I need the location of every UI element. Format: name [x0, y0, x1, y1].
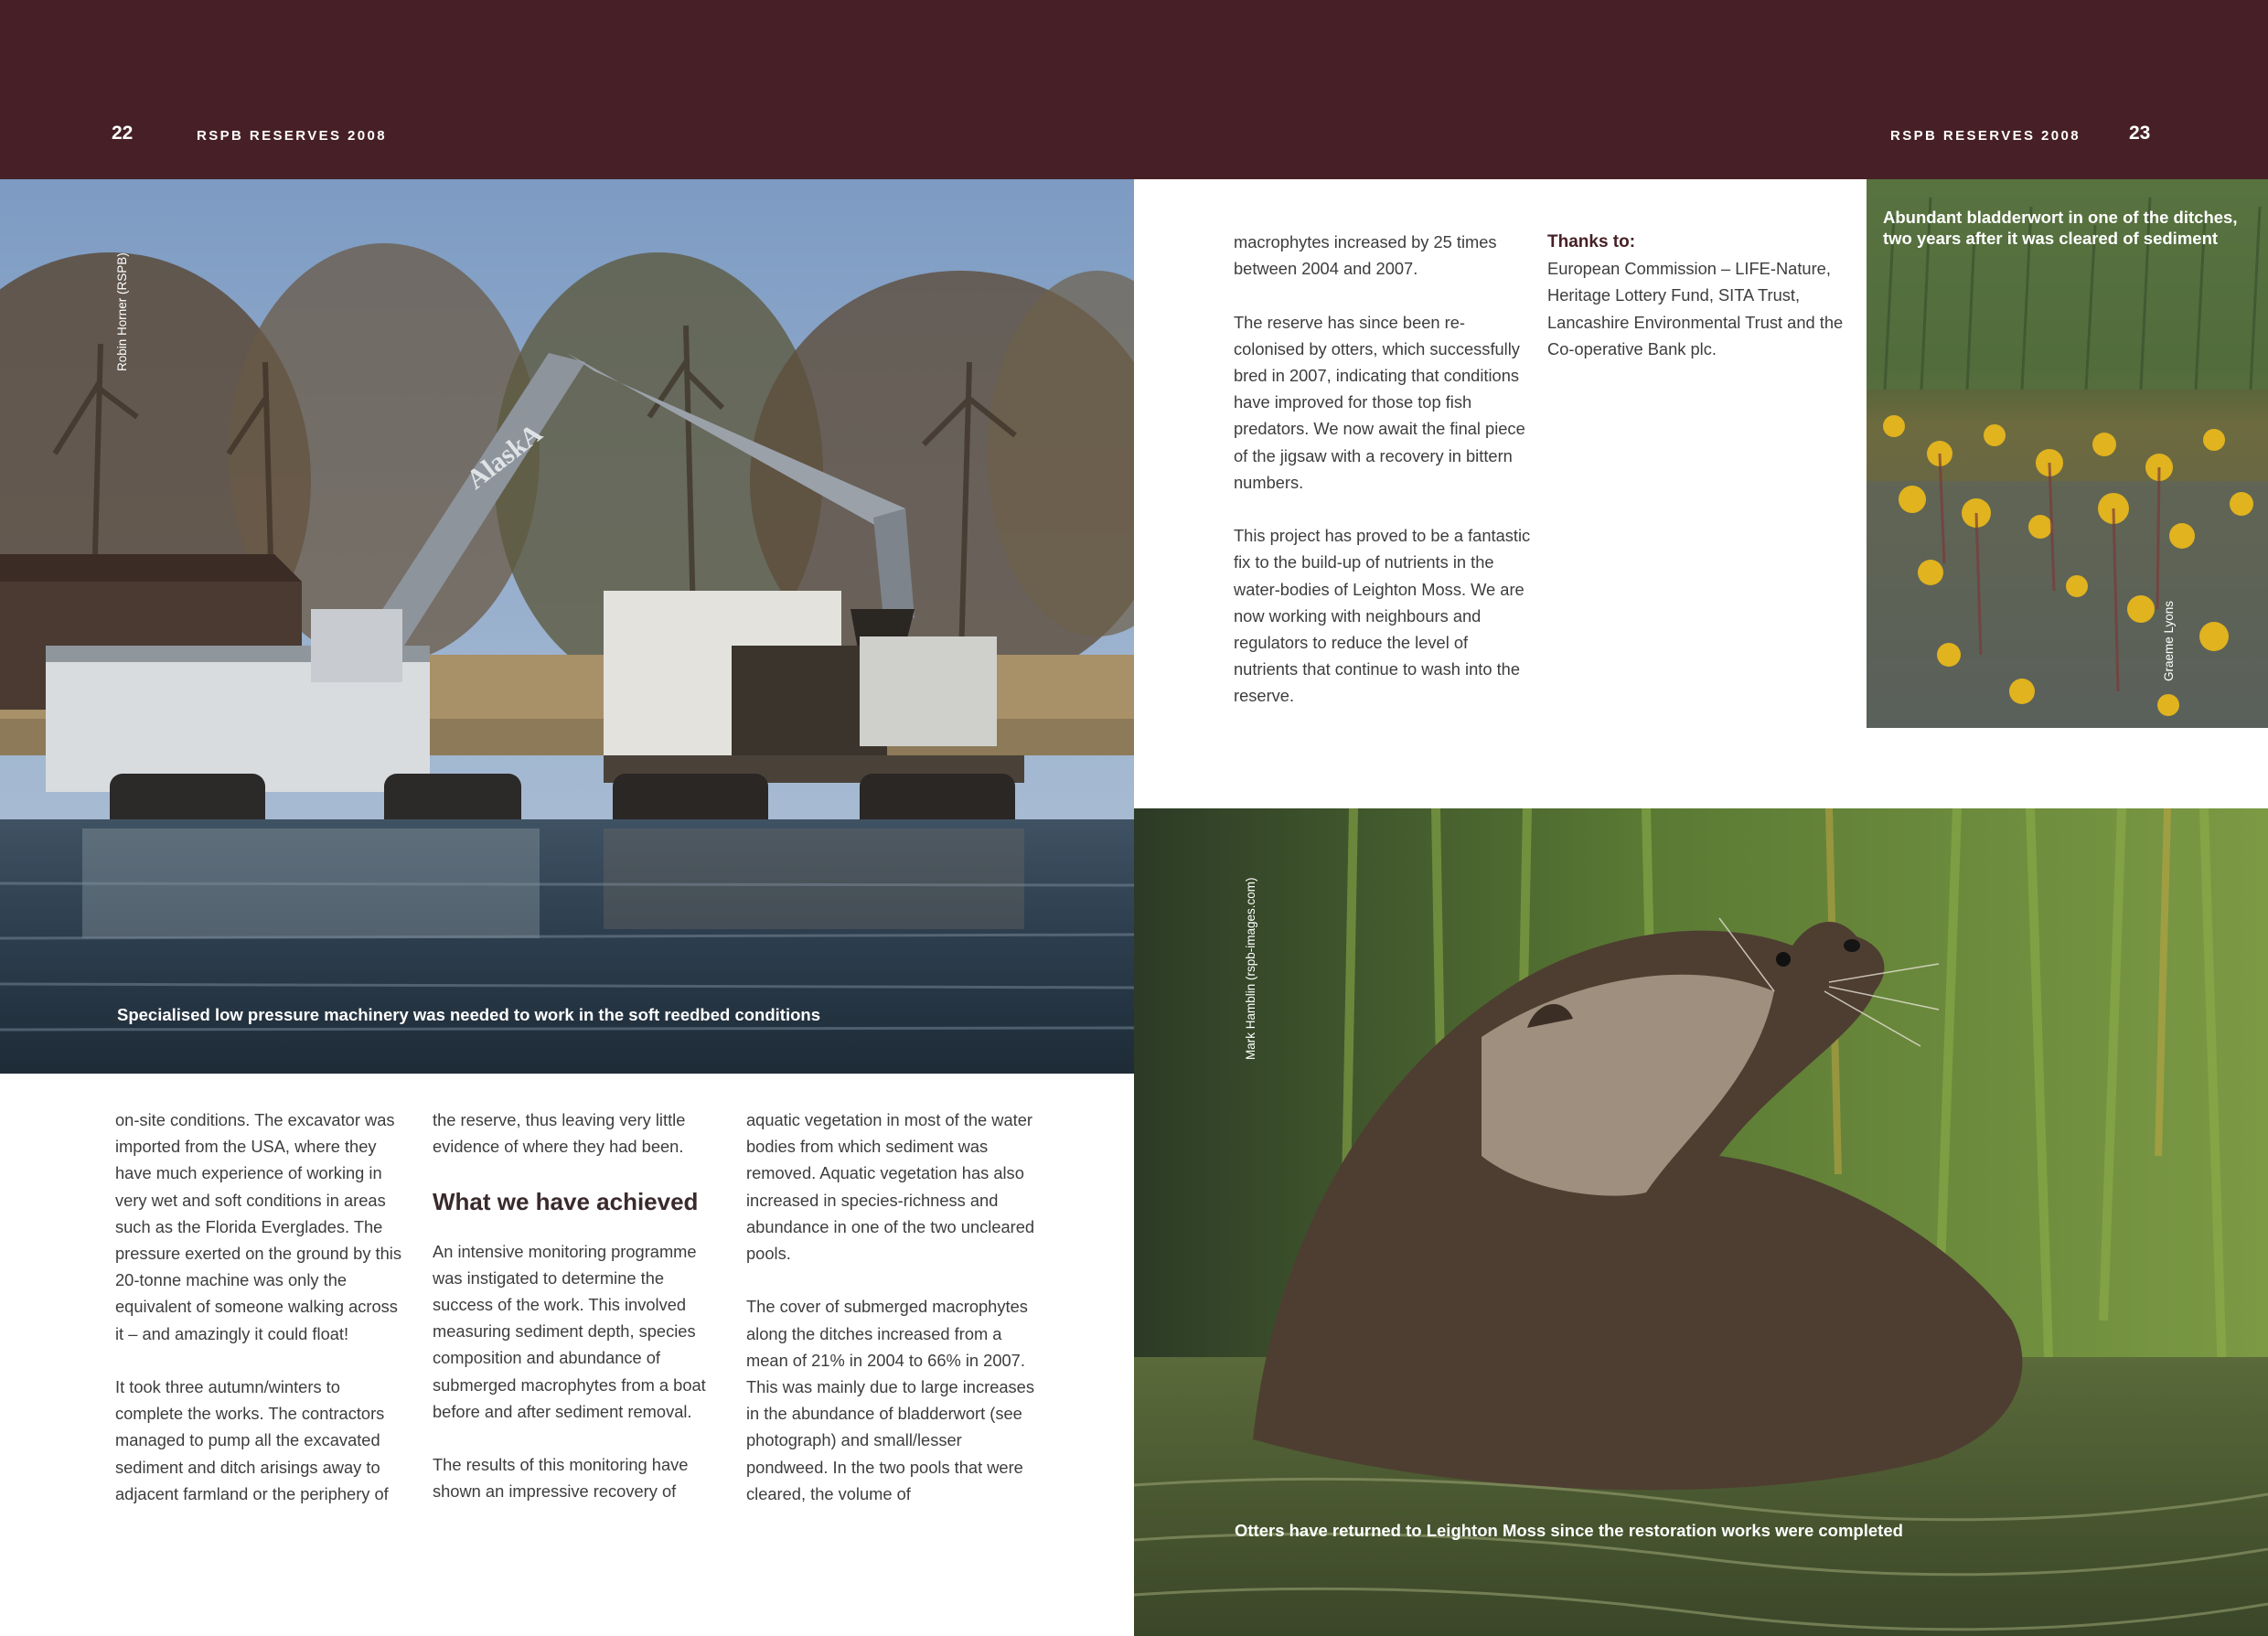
header-band	[0, 0, 2268, 179]
article-column-4: macrophytes increased by 25 times betwee…	[1234, 229, 1532, 710]
excavator-photo-caption: Specialised low pressure machinery was n…	[117, 1005, 820, 1024]
article-paragraph: The results of this monitoring have show…	[433, 1455, 689, 1502]
article-paragraph: on-site conditions. The excavator was im…	[115, 1110, 402, 1343]
section-heading: What we have achieved	[433, 1187, 699, 1215]
article-column-2: the reserve, thus leaving very little ev…	[433, 1107, 727, 1505]
article-paragraph: An intensive monitoring programme was in…	[433, 1241, 706, 1421]
article-paragraph: The cover of submerged macrophytes along…	[746, 1297, 1034, 1503]
thanks-body: European Commission – LIFE-Nature, Herit…	[1547, 259, 1844, 358]
article-column-3: aquatic vegetation in most of the water …	[746, 1107, 1044, 1507]
otter-photo-caption: Otters have returned to Leighton Moss si…	[1235, 1521, 1903, 1540]
article-paragraph: macrophytes increased by 25 times betwee…	[1234, 232, 1497, 279]
bladderwort-photo-caption: Abundant bladderwort in one of the ditch…	[1883, 208, 2238, 248]
thanks-heading: Thanks to:	[1547, 232, 1636, 251]
bladderwort-photo-credit: Graeme Lyons	[2162, 600, 2176, 681]
excavator-photo: AlaskA	[0, 179, 1134, 1074]
bladderwort-photo	[1867, 179, 2268, 728]
excavator-photo-credit: Robin Horner (RSPB)	[115, 252, 129, 371]
left-publication-title: RSPB RESERVES 2008	[197, 128, 388, 144]
article-paragraph: It took three autumn/winters to complete…	[115, 1377, 389, 1503]
otter-photo	[1134, 808, 2268, 1636]
article-paragraph: the reserve, thus leaving very little ev…	[433, 1110, 686, 1157]
article-paragraph: This project has proved to be a fantasti…	[1234, 526, 1531, 706]
otter-photo-credit: Mark Hamblin (rspb-images.com)	[1244, 877, 1257, 1060]
thanks-box: Thanks to: European Commission – LIFE-Na…	[1547, 229, 1849, 362]
article-paragraph: aquatic vegetation in most of the water …	[746, 1110, 1035, 1264]
right-page-number: 23	[2129, 123, 2151, 144]
article-column-1: on-site conditions. The excavator was im…	[115, 1107, 408, 1507]
article-paragraph: The reserve has since been re-colonised …	[1234, 312, 1525, 492]
left-page-number: 22	[112, 123, 134, 144]
right-publication-title: RSPB RESERVES 2008	[1890, 128, 2081, 144]
